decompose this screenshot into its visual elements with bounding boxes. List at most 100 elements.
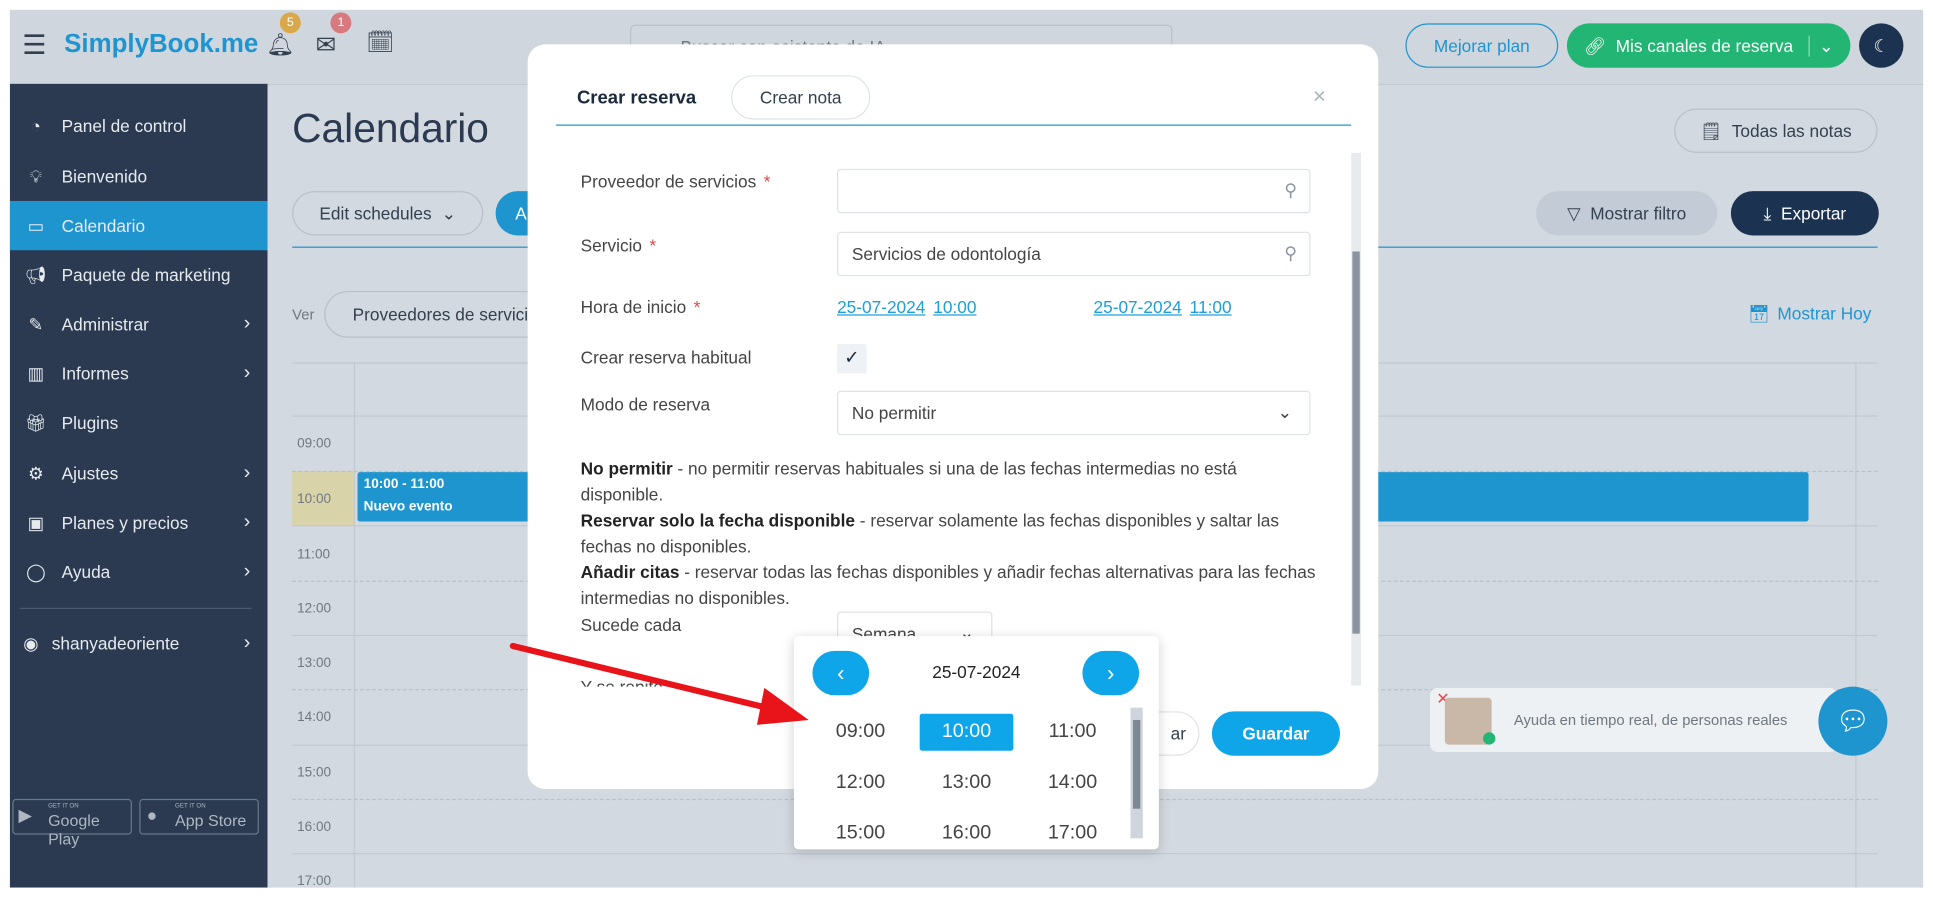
sidebar-item-administrar[interactable]: ✎ Administrar › — [10, 300, 268, 349]
mode-label: Modo de reserva — [580, 394, 711, 415]
chat-icon: ◯ — [26, 561, 46, 582]
google-play-label: Google Play — [48, 811, 100, 849]
close-icon[interactable]: × — [1313, 84, 1326, 110]
sidebar-item-label: Ayuda — [61, 562, 111, 582]
page-title: Calendario — [292, 104, 489, 151]
chevron-right-icon: › — [243, 313, 251, 335]
pencil-icon: ✎ — [28, 313, 43, 334]
sidebar-item-panel-de-control[interactable]: ◔ Panel de control — [10, 101, 268, 150]
mode-select[interactable]: No permitir ⌄ — [837, 390, 1311, 436]
time-slot-selected[interactable]: 10:00 — [919, 713, 1014, 751]
end-time-link[interactable]: 11:00 — [1190, 297, 1232, 317]
view-label: Ver — [292, 305, 315, 323]
scrollbar-thumb[interactable] — [1352, 251, 1360, 634]
logo[interactable]: SimplyBook.me — [64, 30, 258, 60]
time-slot[interactable]: 09:00 — [814, 714, 908, 751]
export-label: Exportar — [1780, 203, 1847, 224]
time-label: 12:00 — [297, 601, 332, 617]
time-slot[interactable]: 11:00 — [1026, 714, 1120, 751]
picker-scrollbar[interactable] — [1130, 707, 1143, 839]
edit-schedules-button[interactable]: Edit schedules ⌄ — [292, 191, 484, 236]
start-time-link[interactable]: 10:00 — [933, 297, 976, 317]
calendar-today-icon: 📅︎ — [1748, 303, 1771, 323]
chat-text: Ayuda en tiempo real, de personas reales — [1513, 711, 1788, 729]
time-slot[interactable]: 17:00 — [1026, 815, 1120, 850]
upgrade-plan-button[interactable]: Mejorar plan — [1405, 23, 1559, 68]
service-input[interactable]: Servicios de odontología ⚲ — [837, 231, 1311, 277]
sidebar-item-paquete-de-marketing[interactable]: 📢︎ Paquete de marketing — [10, 250, 268, 299]
time-slot[interactable]: 13:00 — [920, 764, 1014, 801]
time-label: 13:00 — [297, 655, 332, 671]
grid-line — [353, 362, 356, 888]
play-icon: ▶ — [18, 805, 32, 825]
money-icon: ▣ — [27, 512, 44, 532]
annotation-arrow — [509, 642, 809, 725]
next-day-button[interactable]: › — [1082, 650, 1140, 696]
chevron-right-icon: › — [243, 362, 251, 384]
dashboard-icon: ◔ — [30, 115, 41, 136]
chat-widget[interactable]: ✕ Ayuda en tiempo real, de personas real… — [1430, 687, 1837, 753]
notification-badge: 5 — [279, 12, 301, 34]
bell-icon[interactable]: 🔔︎ — [266, 32, 294, 58]
sidebar-item-planes-y-precios[interactable]: ▣ Planes y precios › — [10, 498, 268, 547]
save-button[interactable]: Guardar — [1211, 711, 1341, 756]
sidebar-item-calendario[interactable]: ▭ Calendario — [9, 200, 268, 251]
chevron-right-icon: › — [243, 560, 251, 582]
booking-channels-label: Mis canales de reserva — [1615, 35, 1794, 56]
tab-crear-reserva[interactable]: Crear reserva — [577, 88, 696, 109]
chat-bubble-icon[interactable]: 💬︎ — [1818, 686, 1888, 756]
show-today-button[interactable]: 📅︎ Mostrar Hoy — [1748, 303, 1871, 324]
tab-crear-nota[interactable]: Crear nota — [731, 75, 871, 120]
grid-line — [1855, 362, 1857, 888]
sidebar-item-label: Calendario — [61, 215, 146, 236]
all-notes-label: Todas las notas — [1731, 120, 1852, 141]
sidebar-item-label: Paquete de marketing — [61, 265, 231, 285]
calendar-check-icon[interactable]: 🗓︎ — [366, 30, 394, 56]
link-icon: 🔗︎ — [1583, 35, 1606, 55]
scrollbar[interactable] — [1351, 152, 1362, 686]
start-date-link[interactable]: 25-07-2024 — [837, 297, 925, 317]
time-slot[interactable]: 16:00 — [920, 815, 1014, 850]
time-slot[interactable]: 14:00 — [1026, 764, 1120, 801]
bar-chart-icon: ▥ — [27, 363, 44, 383]
time-slot[interactable]: 15:00 — [814, 815, 908, 850]
user-name: shanyadeoriente — [51, 633, 180, 654]
hamburger-menu-icon[interactable]: ☰ — [22, 30, 46, 62]
app: ☰ SimplyBook.me 🔔︎ 5 ✉ 1 🗓︎ Buscar con a… — [9, 9, 1924, 888]
show-filter-button[interactable]: ▽ Mostrar filtro — [1536, 191, 1718, 236]
sidebar-item-ayuda[interactable]: ◯ Ayuda › — [10, 547, 268, 596]
apple-icon: ● — [146, 805, 158, 825]
time-slot[interactable]: 12:00 — [814, 764, 908, 801]
notes-icon: 🗒︎ — [1699, 120, 1722, 140]
chevron-right-icon: › — [1107, 660, 1115, 685]
provider-input[interactable]: ⚲ — [837, 168, 1311, 214]
sidebar-item-bienvenido[interactable]: 💡︎ Bienvenido — [10, 152, 268, 201]
sidebar-user[interactable]: ◉ shanyadeoriente › — [10, 619, 268, 668]
sidebar-item-label: Panel de control — [61, 115, 187, 136]
calendar-icon: ▭ — [27, 215, 44, 235]
sidebar-item-label: Administrar — [61, 314, 149, 335]
event-title: Nuevo evento — [363, 499, 453, 515]
all-notes-button[interactable]: 🗒︎ Todas las notas — [1674, 108, 1878, 153]
sidebar-item-informes[interactable]: ▥ Informes › — [10, 349, 268, 398]
sidebar-item-label: Planes y precios — [61, 512, 189, 533]
search-icon: ⚲ — [1284, 179, 1297, 200]
show-filter-label: Mostrar filtro — [1590, 203, 1687, 224]
start-time-label: Hora de inicio * — [580, 297, 701, 317]
dark-mode-icon[interactable]: ☾ — [1859, 23, 1904, 68]
export-button[interactable]: ⤓ Exportar — [1730, 191, 1879, 236]
time-label: 10:00 — [297, 491, 332, 507]
picker-scrollbar-thumb[interactable] — [1132, 719, 1141, 809]
lightbulb-icon: 💡︎ — [29, 165, 42, 186]
booking-channels-button[interactable]: 🔗︎ Mis canales de reserva ⌄ — [1566, 23, 1851, 68]
sidebar-item-plugins[interactable]: 🎁︎ Plugins — [10, 398, 268, 447]
mail-icon[interactable]: ✉ — [316, 30, 337, 61]
recurring-checkbox[interactable]: ✓ — [837, 343, 867, 374]
end-date-link[interactable]: 25-07-2024 — [1093, 297, 1181, 317]
sidebar-item-ajustes[interactable]: ⚙ Ajustes › — [10, 449, 268, 498]
app-store-label: App Store — [175, 811, 247, 830]
time-label: 14:00 — [297, 710, 332, 725]
megaphone-icon: 📢︎ — [24, 264, 47, 285]
app-store-button[interactable]: ● GET IT ON App Store — [139, 798, 259, 835]
google-play-button[interactable]: ▶ GET IT ON Google Play — [12, 798, 132, 848]
